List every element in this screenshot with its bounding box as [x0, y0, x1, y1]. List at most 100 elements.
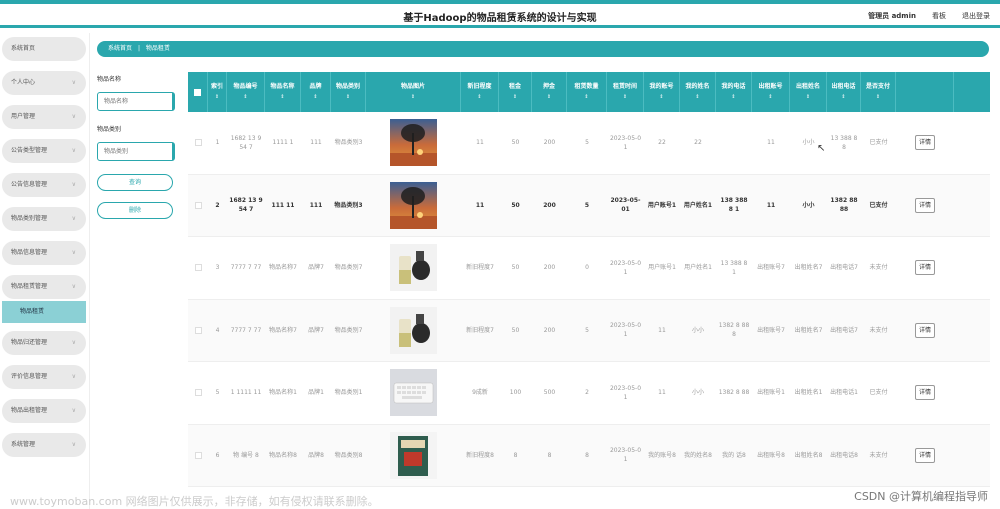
column-header[interactable]: 出租账号⇕	[752, 72, 790, 112]
sidebar-item[interactable]: 用户管理∨	[2, 105, 86, 129]
cell-image	[366, 425, 461, 487]
column-header[interactable]: 我的电话⇕	[716, 72, 752, 112]
page-title: 基于Hadoop的物品租赁系统的设计与实现	[0, 9, 1000, 24]
sort-icon[interactable]: ⇕	[346, 93, 350, 101]
row-checkbox[interactable]	[195, 327, 202, 334]
sort-icon[interactable]: ⇕	[768, 93, 772, 101]
column-header[interactable]: 租金⇕	[499, 72, 532, 112]
cell-actions: 详情	[896, 175, 954, 237]
sort-icon[interactable]: ⇕	[477, 93, 481, 101]
sidebar-item[interactable]: 物品类别管理∨	[2, 207, 86, 231]
dashboard-link[interactable]: 看板	[932, 11, 946, 21]
checkbox-icon[interactable]	[194, 89, 201, 96]
column-header[interactable]: 押金⇕	[532, 72, 567, 112]
cell-condition: 11	[461, 112, 499, 174]
cell-my-name: 我的姓名8	[680, 425, 716, 487]
row-checkbox-cell	[188, 237, 208, 299]
table-row[interactable]: 37777 7 77物品名称7品牌7物品类别7新旧程度75020002023-0…	[188, 237, 990, 300]
sidebar-item[interactable]: 物品出租管理∨	[2, 399, 86, 423]
sort-icon[interactable]: ⇕	[280, 93, 284, 101]
row-checkbox[interactable]	[195, 202, 202, 209]
cell-my-account: 22	[644, 112, 680, 174]
table-row[interactable]: 21682 13 954 7111 11111物品类别3115020052023…	[188, 175, 990, 238]
search-panel: 物品名称 物品类别 查询 删除	[97, 74, 179, 230]
cell-rent: 50	[499, 112, 532, 174]
table-body: 11682 13 954 71111 1111物品类别3115020052023…	[188, 112, 990, 487]
column-header[interactable]: 我的姓名⇕	[680, 72, 716, 112]
sort-icon[interactable]: ⇕	[731, 93, 735, 101]
column-header[interactable]: 租赁数量 ⇕	[567, 72, 607, 112]
column-header[interactable]: 出租电话⇕	[827, 72, 861, 112]
select-all-checkbox[interactable]	[188, 72, 208, 112]
delete-button[interactable]: 删除	[97, 202, 173, 219]
sort-icon[interactable]: ⇕	[806, 93, 810, 101]
item-image	[390, 369, 437, 416]
cell-lessor-name: 出租姓名8	[790, 425, 827, 487]
cell-deposit: 8	[532, 425, 567, 487]
table-row[interactable]: 11682 13 954 71111 1111物品类别3115020052023…	[188, 112, 990, 175]
cell-lessor-phone: 出租电话7	[827, 237, 861, 299]
breadcrumb-home[interactable]: 系统首页	[108, 45, 132, 52]
sort-icon[interactable]: ⇕	[623, 93, 627, 101]
chevron-down-icon: ∨	[72, 365, 76, 389]
sidebar-item[interactable]: 公告类型管理∨	[2, 139, 86, 163]
row-checkbox[interactable]	[195, 389, 202, 396]
sidebar-sub-item-rental[interactable]: 物品租赁	[2, 301, 86, 323]
item-type-input[interactable]	[97, 142, 175, 161]
sort-icon[interactable]: ⇕	[547, 93, 551, 101]
cell-index: 1	[208, 112, 227, 174]
sort-icon[interactable]: ⇕	[695, 93, 699, 101]
sidebar-item[interactable]: 公告信息管理∨	[2, 173, 86, 197]
sidebar-item[interactable]: 评价信息管理∨	[2, 365, 86, 389]
sidebar-item[interactable]: 物品归还管理∨	[2, 331, 86, 355]
sort-icon[interactable]: ⇕	[584, 93, 588, 101]
column-header[interactable]: 出租姓名⇕	[790, 72, 827, 112]
top-bar: 基于Hadoop的物品租赁系统的设计与实现 管理员 admin 看板 退出登录	[0, 0, 1000, 28]
detail-button[interactable]: 详情	[915, 198, 935, 213]
column-header[interactable]: 是否支付⇕	[861, 72, 896, 112]
sidebar-item[interactable]: 物品租赁管理∨	[2, 275, 86, 299]
column-header[interactable]: 租赁时间⇕	[607, 72, 644, 112]
cell-image	[366, 300, 461, 362]
sort-icon[interactable]: ⇕	[243, 93, 247, 101]
sidebar-item[interactable]: 系统首页	[2, 37, 86, 61]
column-header-label: 租赁数量	[574, 83, 598, 91]
detail-button[interactable]: 详情	[915, 135, 935, 150]
row-checkbox[interactable]	[195, 264, 202, 271]
chevron-down-icon: ∨	[72, 331, 76, 355]
column-header[interactable]: 物品名称⇕	[265, 72, 301, 112]
sidebar-item[interactable]: 系统管理∨	[2, 433, 86, 457]
cell-name: 111 11	[265, 175, 301, 237]
sort-icon[interactable]: ⇕	[876, 93, 880, 101]
detail-button[interactable]: 详情	[915, 448, 935, 463]
sort-icon[interactable]: ⇕	[659, 93, 663, 101]
sort-icon[interactable]: ⇕	[215, 93, 219, 101]
sort-icon[interactable]: ⇕	[841, 93, 845, 101]
cell-deposit: 200	[532, 237, 567, 299]
detail-button[interactable]: 详情	[915, 385, 935, 400]
column-header[interactable]: 索引⇕	[208, 72, 227, 112]
table-row[interactable]: 47777 7 77物品名称7品牌7物品类别7新旧程度75020052023-0…	[188, 300, 990, 363]
cell-actions: 详情	[896, 237, 954, 299]
sort-icon[interactable]: ⇕	[411, 93, 415, 101]
column-header[interactable]: 我的账号⇕	[644, 72, 680, 112]
column-header[interactable]: 物品类别⇕	[331, 72, 366, 112]
column-header[interactable]: 新旧程度⇕	[461, 72, 499, 112]
item-name-input[interactable]	[97, 92, 175, 111]
column-header[interactable]: 物品图片⇕	[366, 72, 461, 112]
row-checkbox[interactable]	[195, 452, 202, 459]
detail-button[interactable]: 详情	[915, 260, 935, 275]
sidebar-item[interactable]: 物品信息管理∨	[2, 241, 86, 265]
sidebar-item[interactable]: 个人中心∨	[2, 71, 86, 95]
detail-button[interactable]: 详情	[915, 323, 935, 338]
column-header[interactable]: 物品编号⇕	[227, 72, 265, 112]
table-row[interactable]: 51 1111 11物品名称1品牌1物品类别19成新10050022023-05…	[188, 362, 990, 425]
cell-rent: 50	[499, 175, 532, 237]
sort-icon[interactable]: ⇕	[513, 93, 517, 101]
logout-link[interactable]: 退出登录	[962, 11, 990, 21]
row-checkbox[interactable]	[195, 139, 202, 146]
query-button[interactable]: 查询	[97, 174, 173, 191]
sort-icon[interactable]: ⇕	[313, 93, 317, 101]
column-header[interactable]: 品牌⇕	[301, 72, 331, 112]
table-row[interactable]: 6物 编号 8物品名称8品牌8物品类别8新旧程度88882023-05-01我的…	[188, 425, 990, 488]
